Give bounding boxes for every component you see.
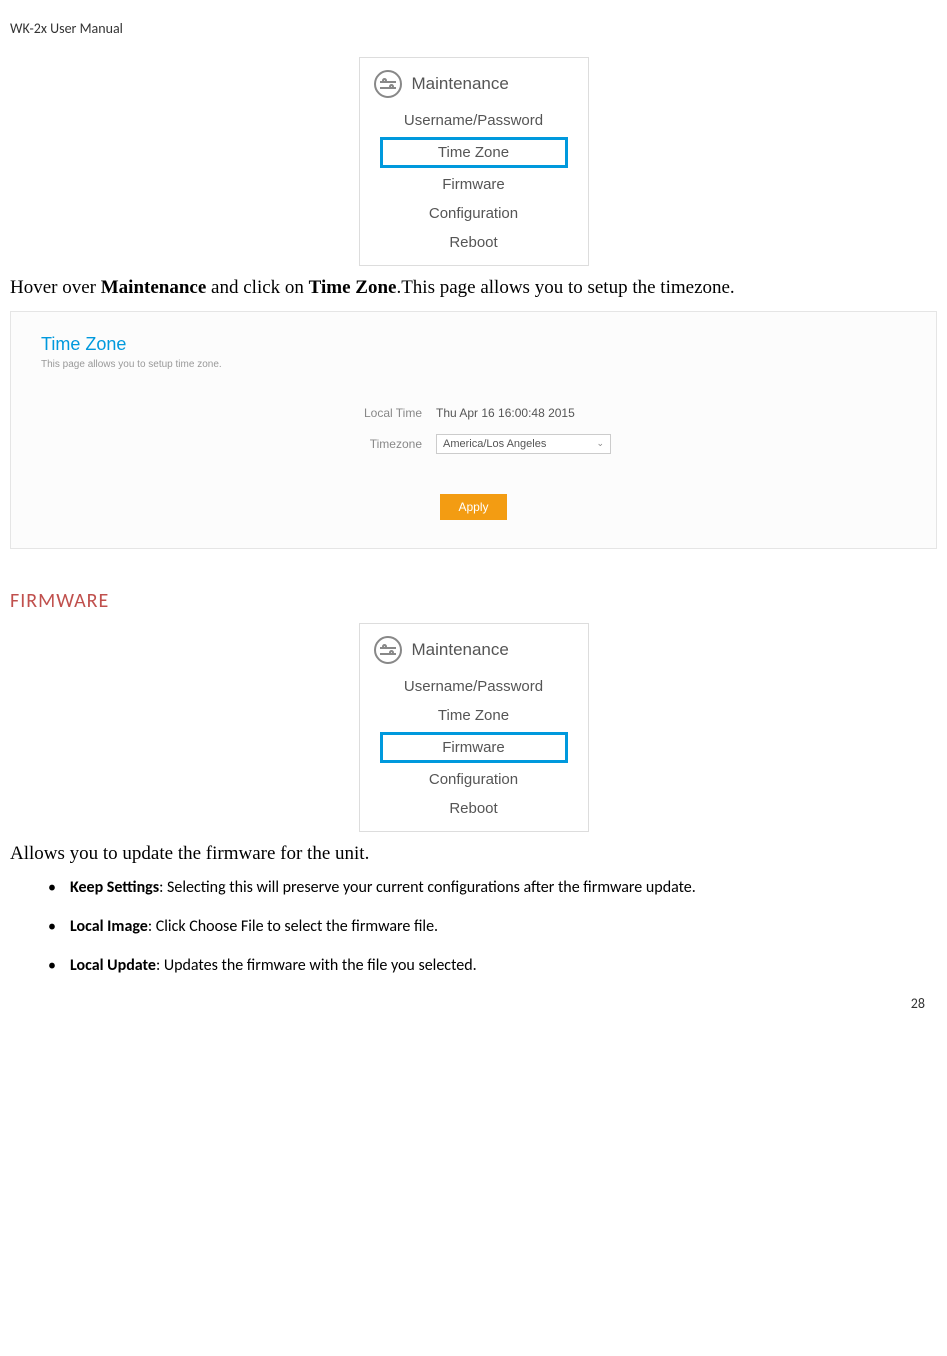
timezone-select[interactable]: America/Los Angeles ⌄ xyxy=(436,434,611,454)
local-time-value: Thu Apr 16 16:00:48 2015 xyxy=(436,406,575,420)
bullet-local-update: Local Update: Updates the firmware with … xyxy=(48,956,937,977)
menu-item-firmware[interactable]: Firmware xyxy=(380,732,568,763)
tz-title: Time Zone xyxy=(41,334,906,355)
maintenance-menu-timezone: Maintenance Username/Password Time Zone … xyxy=(359,57,589,266)
maintenance-menu-firmware: Maintenance Username/Password Time Zone … xyxy=(359,623,589,832)
menu-header: Maintenance xyxy=(360,632,588,672)
maintenance-icon xyxy=(374,636,402,664)
doc-header: WK-2x User Manual xyxy=(10,20,937,37)
tz-subtitle: This page allows you to setup time zone. xyxy=(41,359,906,370)
menu-item-username[interactable]: Username/Password xyxy=(360,106,588,135)
paragraph-firmware-intro: Allows you to update the firmware for th… xyxy=(10,842,937,867)
menu-item-firmware[interactable]: Firmware xyxy=(360,170,588,199)
timezone-label: Timezone xyxy=(41,437,436,451)
menu-item-timezone[interactable]: Time Zone xyxy=(380,137,568,168)
maintenance-icon xyxy=(374,70,402,98)
apply-button[interactable]: Apply xyxy=(440,494,506,520)
timezone-select-value: America/Los Angeles xyxy=(443,438,546,450)
menu-item-timezone[interactable]: Time Zone xyxy=(360,701,588,730)
menu-item-reboot[interactable]: Reboot xyxy=(360,794,588,823)
local-time-label: Local Time xyxy=(41,406,436,420)
paragraph-timezone-intro: Hover over Maintenance and click on Time… xyxy=(10,276,937,301)
menu-item-reboot[interactable]: Reboot xyxy=(360,228,588,257)
menu-title: Maintenance xyxy=(412,74,509,94)
menu-item-configuration[interactable]: Configuration xyxy=(360,199,588,228)
firmware-bullet-list: Keep Settings: Selecting this will prese… xyxy=(10,878,937,976)
chevron-down-icon: ⌄ xyxy=(596,438,604,449)
menu-item-username[interactable]: Username/Password xyxy=(360,672,588,701)
bullet-local-image: Local Image: Click Choose File to select… xyxy=(48,917,937,938)
section-firmware-title: FIRMWARE xyxy=(10,589,937,613)
bullet-keep-settings: Keep Settings: Selecting this will prese… xyxy=(48,878,937,899)
menu-header: Maintenance xyxy=(360,66,588,106)
menu-item-configuration[interactable]: Configuration xyxy=(360,765,588,794)
menu-title: Maintenance xyxy=(412,640,509,660)
timezone-panel: Time Zone This page allows you to setup … xyxy=(10,311,937,549)
page-number: 28 xyxy=(911,995,925,1012)
